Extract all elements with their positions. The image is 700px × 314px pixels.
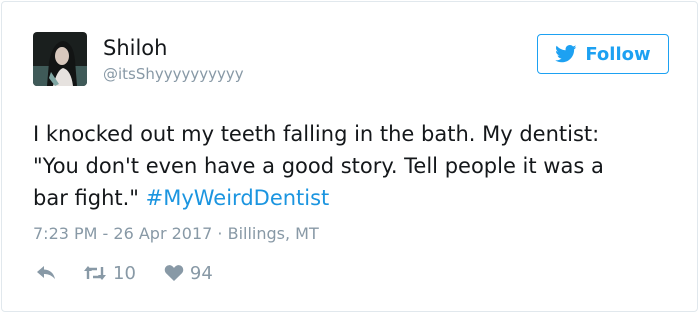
follow-button-label: Follow xyxy=(585,43,651,65)
twitter-bird-icon xyxy=(555,45,577,63)
hashtag-link[interactable]: #MyWeirdDentist xyxy=(146,186,330,210)
user-handle[interactable]: @itsShyyyyyyyyyy xyxy=(103,64,244,84)
follow-button[interactable]: Follow xyxy=(537,34,669,74)
retweet-icon xyxy=(84,266,106,280)
tweet-text: I knocked out my teeth falling in the ba… xyxy=(33,118,633,214)
tweet-timestamp-location[interactable]: 7:23 PM - 26 Apr 2017 · Billings, MT xyxy=(33,222,319,246)
like-button[interactable]: 94 xyxy=(164,263,213,284)
retweet-count: 10 xyxy=(113,262,136,284)
heart-icon xyxy=(164,265,184,281)
tweet-card: Shiloh @itsShyyyyyyyyyy Follow I knocked… xyxy=(1,1,698,312)
reply-icon xyxy=(37,266,55,279)
reply-button[interactable] xyxy=(35,264,57,282)
retweet-button[interactable]: 10 xyxy=(83,263,136,284)
avatar[interactable] xyxy=(33,32,87,86)
like-count: 94 xyxy=(189,262,213,284)
avatar-image xyxy=(33,32,87,86)
display-name[interactable]: Shiloh xyxy=(103,34,167,62)
tweet-actions: 10 94 xyxy=(35,260,213,286)
